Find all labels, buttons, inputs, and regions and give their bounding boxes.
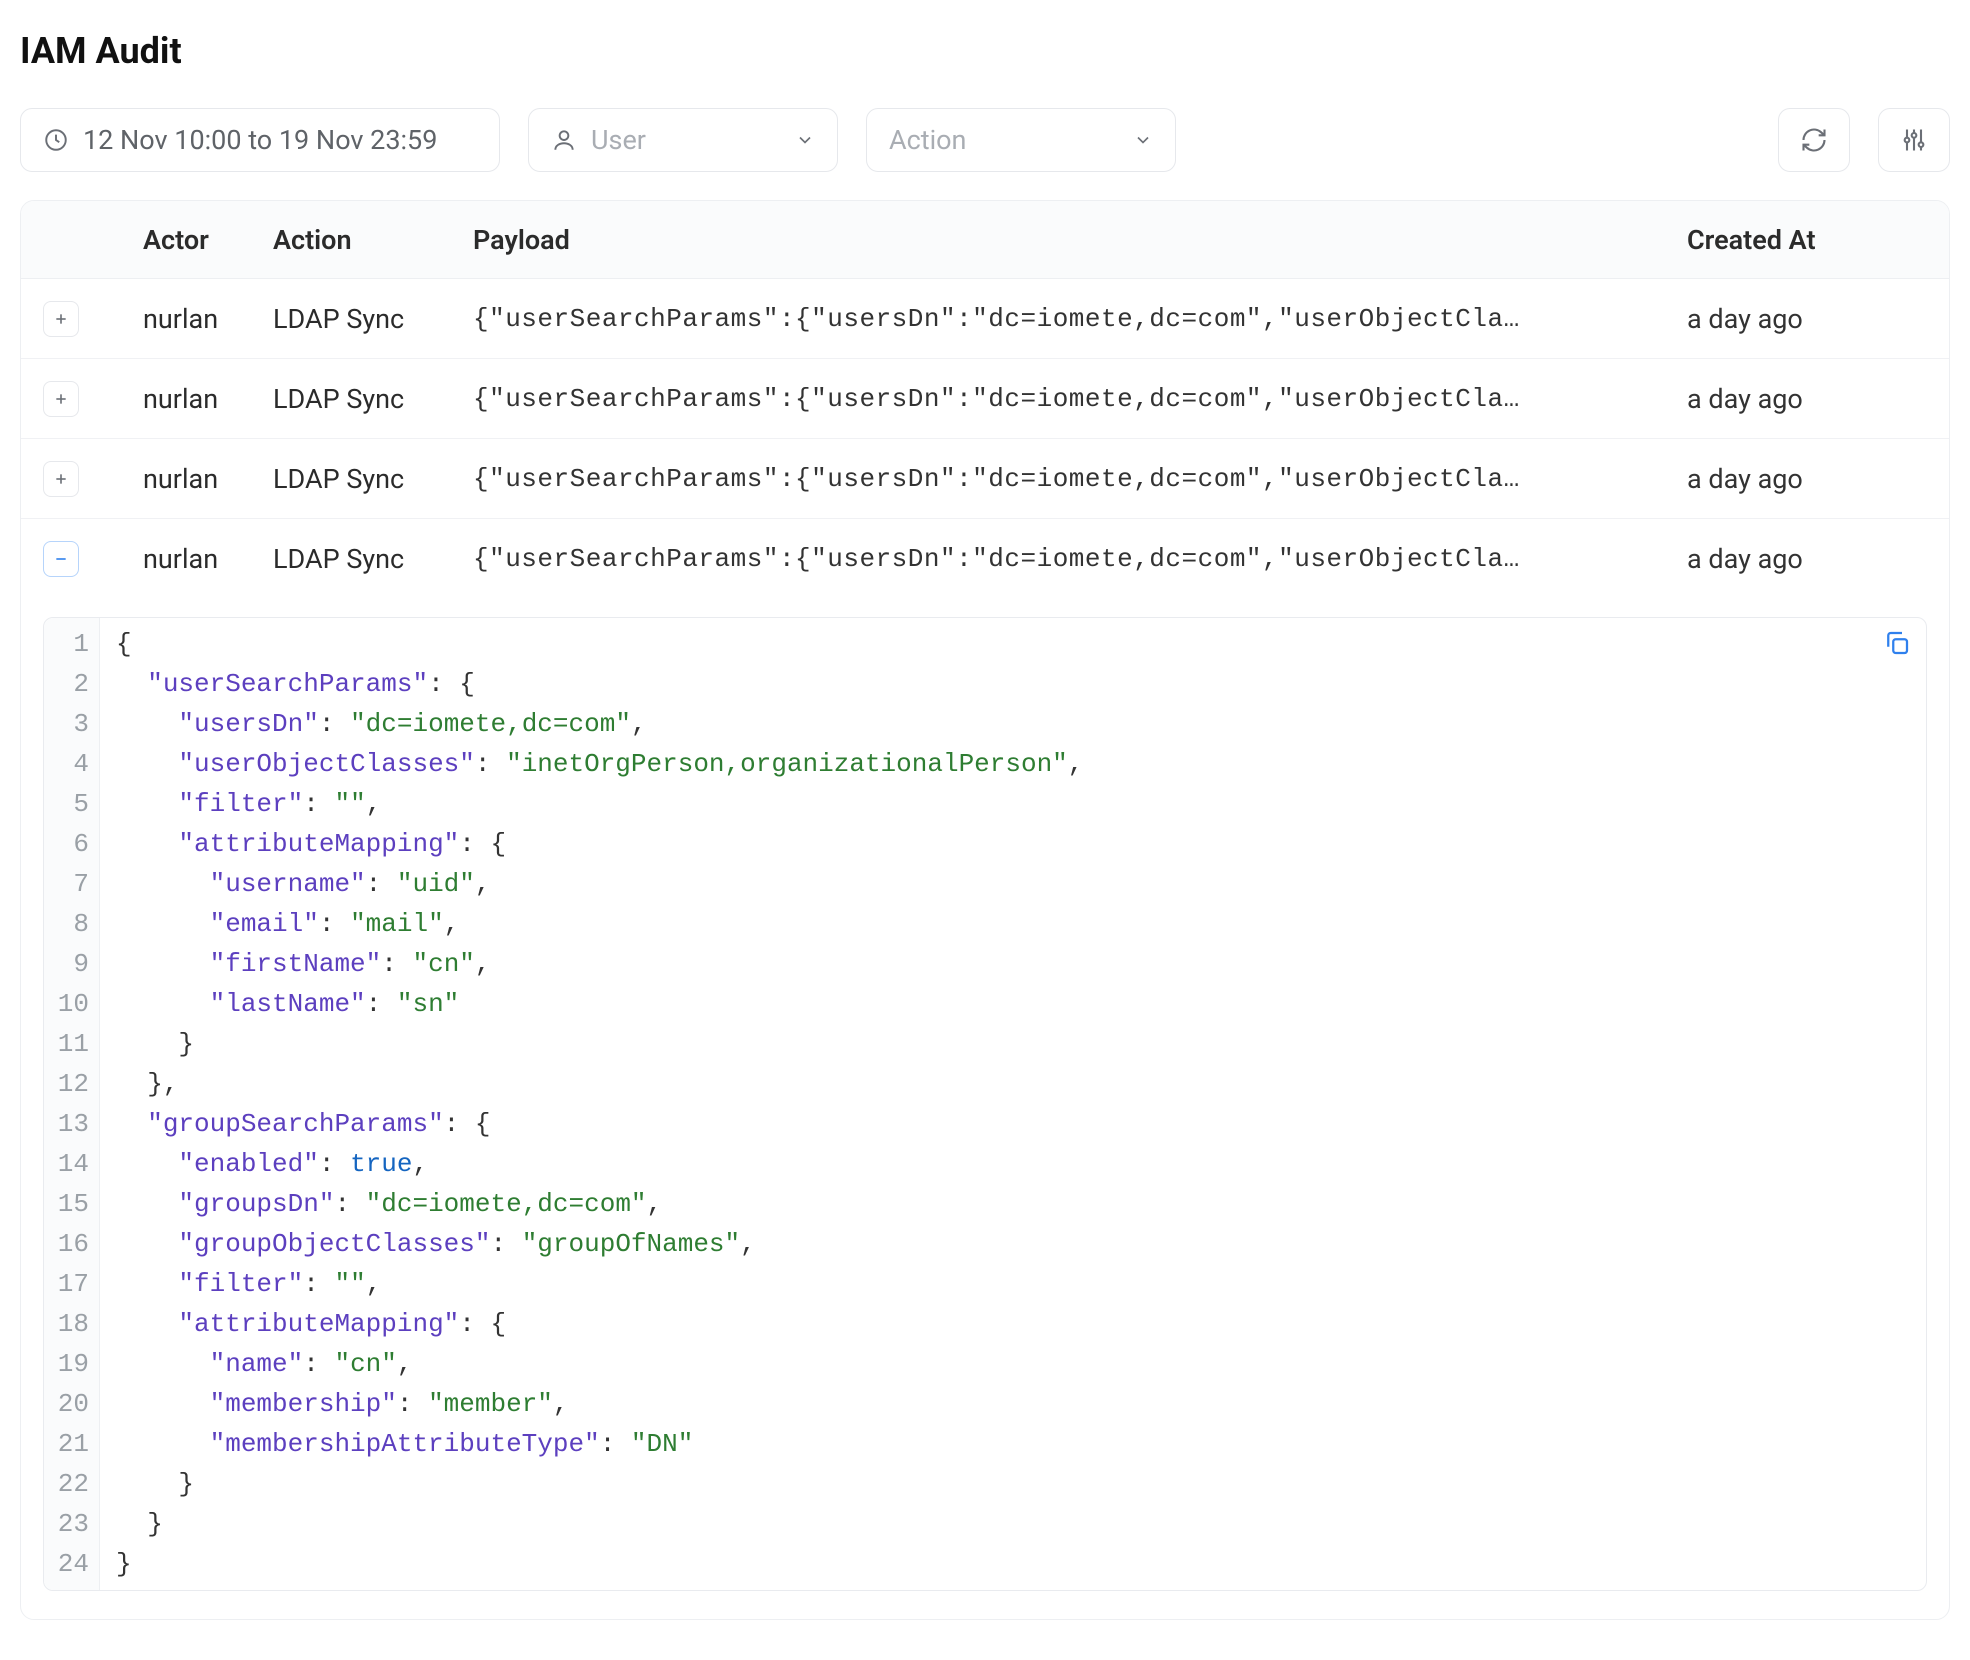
date-range-picker[interactable]: 12 Nov 10:00 to 19 Nov 23:59 [20,108,500,172]
col-payload: Payload [473,224,1687,256]
cell-action: LDAP Sync [273,543,473,575]
action-filter-placeholder: Action [889,124,966,156]
filters-toolbar: 12 Nov 10:00 to 19 Nov 23:59 User Action [20,108,1950,172]
expand-row-button[interactable] [43,381,79,417]
user-icon [551,127,577,153]
plus-icon [53,471,69,487]
cell-payload: {"userSearchParams":{"usersDn":"dc=iomet… [473,384,1687,414]
cell-actor: nurlan [143,463,273,495]
user-filter-placeholder: User [591,124,646,156]
col-actor: Actor [143,224,273,256]
cell-payload: {"userSearchParams":{"usersDn":"dc=iomet… [473,464,1687,494]
page-title: IAM Audit [20,30,1950,72]
cell-payload: {"userSearchParams":{"usersDn":"dc=iomet… [473,544,1687,574]
cell-created-at: a day ago [1687,303,1927,335]
action-filter-select[interactable]: Action [866,108,1176,172]
line-number-gutter: 1 2 3 4 5 6 7 8 9 10 11 12 13 14 15 16 1… [44,618,100,1590]
expand-row-button[interactable] [43,301,79,337]
audit-table: Actor Action Payload Created At nurlanLD… [20,200,1950,1620]
cell-actor: nurlan [143,383,273,415]
table-row: nurlanLDAP Sync{"userSearchParams":{"use… [21,519,1949,599]
refresh-button[interactable] [1778,108,1850,172]
payload-json-viewer: 1 2 3 4 5 6 7 8 9 10 11 12 13 14 15 16 1… [43,617,1927,1591]
cell-payload: {"userSearchParams":{"usersDn":"dc=iomet… [473,304,1687,334]
copy-icon [1882,628,1912,658]
table-row: nurlanLDAP Sync{"userSearchParams":{"use… [21,359,1949,439]
date-range-label: 12 Nov 10:00 to 19 Nov 23:59 [83,124,437,156]
cell-action: LDAP Sync [273,463,473,495]
refresh-icon [1800,126,1828,154]
table-row: nurlanLDAP Sync{"userSearchParams":{"use… [21,279,1949,359]
cell-action: LDAP Sync [273,303,473,335]
copy-button[interactable] [1882,628,1912,658]
col-action: Action [273,224,473,256]
chevron-down-icon [1133,130,1153,150]
json-code: { "userSearchParams": { "usersDn": "dc=i… [100,618,1926,1590]
cell-created-at: a day ago [1687,543,1927,575]
cell-action: LDAP Sync [273,383,473,415]
chevron-down-icon [795,130,815,150]
table-header: Actor Action Payload Created At [21,201,1949,279]
collapse-row-button[interactable] [43,541,79,577]
cell-actor: nurlan [143,543,273,575]
user-filter-select[interactable]: User [528,108,838,172]
cell-created-at: a day ago [1687,463,1927,495]
expand-row-button[interactable] [43,461,79,497]
sliders-icon [1900,126,1928,154]
minus-icon [53,551,69,567]
cell-created-at: a day ago [1687,383,1927,415]
clock-icon [43,127,69,153]
plus-icon [53,391,69,407]
cell-actor: nurlan [143,303,273,335]
plus-icon [53,311,69,327]
settings-button[interactable] [1878,108,1950,172]
table-row: nurlanLDAP Sync{"userSearchParams":{"use… [21,439,1949,519]
col-created-at: Created At [1687,224,1927,256]
